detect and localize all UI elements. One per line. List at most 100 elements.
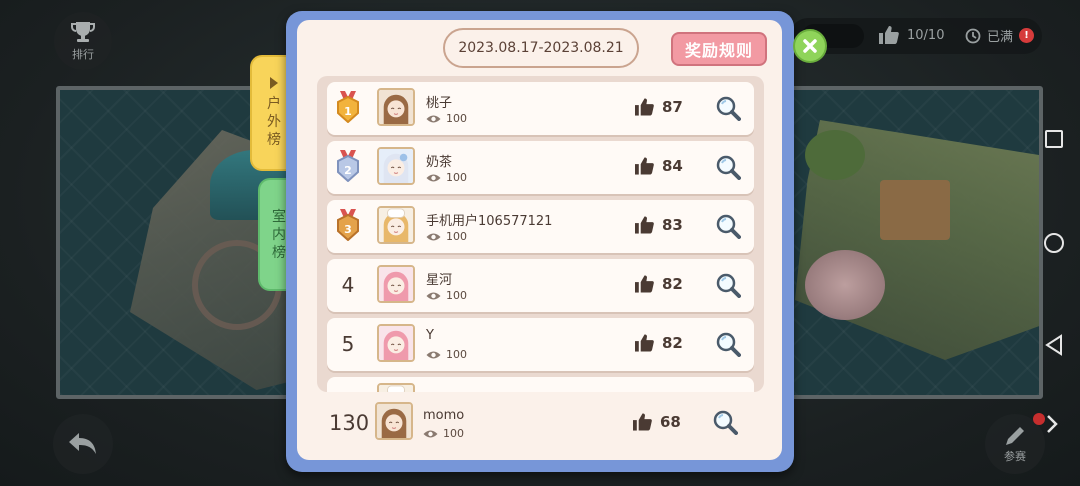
avatar[interactable] (377, 147, 415, 185)
tab-outdoor-char: 外 (267, 114, 281, 130)
like-count-value: 82 (662, 334, 683, 352)
like-count: 84 (635, 157, 683, 175)
svg-text:1: 1 (344, 105, 352, 118)
view-count: 100 (426, 348, 467, 361)
clock-icon (965, 28, 981, 43)
tab-indoor-char: 室 (272, 208, 286, 225)
view-count-value: 100 (446, 348, 467, 361)
silver-medal-icon: 2 (337, 150, 359, 182)
player-name: 手机用户106577121 (426, 214, 553, 229)
view-count-value: 100 (446, 171, 467, 184)
like-count-value: 84 (662, 157, 683, 175)
view-count: 100 (426, 112, 467, 125)
full-status[interactable]: 已满 ! (965, 26, 1035, 45)
like-count-value: 82 (662, 275, 683, 293)
nav-home-button[interactable] (1044, 233, 1064, 253)
date-range-label: 2023.08.17-2023.08.21 (443, 28, 639, 68)
eye-icon (426, 351, 441, 358)
nav-back-button[interactable] (1044, 334, 1064, 356)
nav-recent-apps-button[interactable] (1045, 130, 1063, 148)
like-count: 87 (635, 98, 683, 116)
enter-contest-label: 参赛 (1004, 450, 1026, 463)
magnifier-icon (716, 214, 741, 239)
bronze-medal-icon: 3 (337, 209, 359, 241)
my-view-island-button[interactable] (712, 409, 738, 435)
view-count: 100 (426, 171, 467, 184)
pencil-icon (1006, 427, 1024, 445)
my-player-name: momo (423, 408, 465, 423)
nav-expand-chevron-icon[interactable] (1045, 414, 1059, 434)
thumbs-up-icon (635, 157, 654, 175)
my-view-count: 100 (423, 427, 464, 440)
tree-decoration (805, 130, 865, 180)
avatar[interactable] (377, 265, 415, 303)
ranking-label: 排行 (72, 48, 94, 61)
my-rank-number: 130 (329, 411, 370, 435)
like-count-value: 83 (662, 216, 683, 234)
view-count-value: 100 (446, 289, 467, 302)
like-count: 83 (635, 216, 683, 234)
leaderboard-row[interactable]: 1 桃子 100 87 (327, 82, 754, 135)
player-name: Y (426, 328, 434, 343)
view-count: 100 (426, 289, 467, 302)
user-avatar-chef-hat (379, 208, 413, 242)
my-like-count-value: 68 (660, 413, 681, 431)
leaderboard-row-partial (327, 377, 754, 392)
back-button[interactable] (53, 414, 113, 474)
close-icon (803, 39, 817, 53)
my-avatar[interactable] (375, 402, 413, 440)
thumbs-up-icon (635, 216, 654, 234)
user-avatar-pink-hair (379, 267, 413, 301)
my-ranking-row: 130 momo 100 68 (317, 395, 764, 450)
rank-number: 5 (341, 332, 355, 356)
user-avatar-pink-hair (379, 326, 413, 360)
avatar[interactable] (377, 206, 415, 244)
magnifier-icon (716, 273, 741, 298)
eye-icon (426, 174, 441, 181)
eye-icon (426, 233, 441, 240)
magnifier-icon (716, 155, 741, 180)
notification-dot (1033, 413, 1045, 425)
my-view-count-value: 100 (443, 427, 464, 440)
undo-arrow-icon (69, 433, 96, 454)
thumbs-up-icon (879, 26, 899, 44)
thumbs-up-icon (635, 275, 654, 293)
reward-rules-button[interactable]: 奖励规则 (671, 32, 767, 66)
avatar (377, 383, 415, 392)
view-count: 100 (426, 230, 467, 243)
view-count-value: 100 (446, 112, 467, 125)
tab-outdoor-char: 户 (267, 96, 281, 112)
leaderboard-row[interactable]: 4 星河 100 82 (327, 259, 754, 312)
leaderboard-list[interactable]: 1 桃子 100 87 2 奶茶 100 84 3 手机用户106577121 … (317, 76, 764, 392)
ranking-button[interactable]: 排行 (54, 12, 112, 70)
like-count: 82 (635, 334, 683, 352)
svg-text:3: 3 (344, 223, 352, 236)
user-avatar-chef-hat (379, 385, 413, 392)
full-text: 已满 (987, 30, 1014, 45)
magnifier-icon (713, 410, 738, 435)
eye-icon (423, 430, 438, 437)
leaderboard-row[interactable]: 2 奶茶 100 84 (327, 141, 754, 194)
like-count: 82 (635, 275, 683, 293)
close-button[interactable] (793, 29, 827, 63)
player-name: 桃子 (426, 96, 453, 111)
eye-icon (426, 292, 441, 299)
rank-number: 4 (341, 273, 355, 297)
view-count-value: 100 (446, 230, 467, 243)
eye-icon (426, 115, 441, 122)
avatar[interactable] (377, 88, 415, 126)
avatar[interactable] (377, 324, 415, 362)
leaderboard-row[interactable]: 5 Y 100 82 (327, 318, 754, 371)
svg-text:2: 2 (344, 164, 352, 177)
leaderboard-row[interactable]: 3 手机用户106577121 100 83 (327, 200, 754, 253)
thumbs-up-icon (635, 334, 654, 352)
tab-outdoor-char: 榜 (267, 132, 281, 148)
alert-badge: ! (1019, 28, 1035, 43)
trophy-icon (71, 22, 95, 42)
user-avatar-white-hair (379, 149, 413, 183)
user-avatar-brown-hair (377, 404, 411, 438)
magnifier-icon (716, 96, 741, 121)
thumbs-up-icon (635, 98, 654, 116)
like-quota-text: 10/10 (907, 27, 945, 43)
tab-indoor-char: 内 (272, 226, 286, 243)
